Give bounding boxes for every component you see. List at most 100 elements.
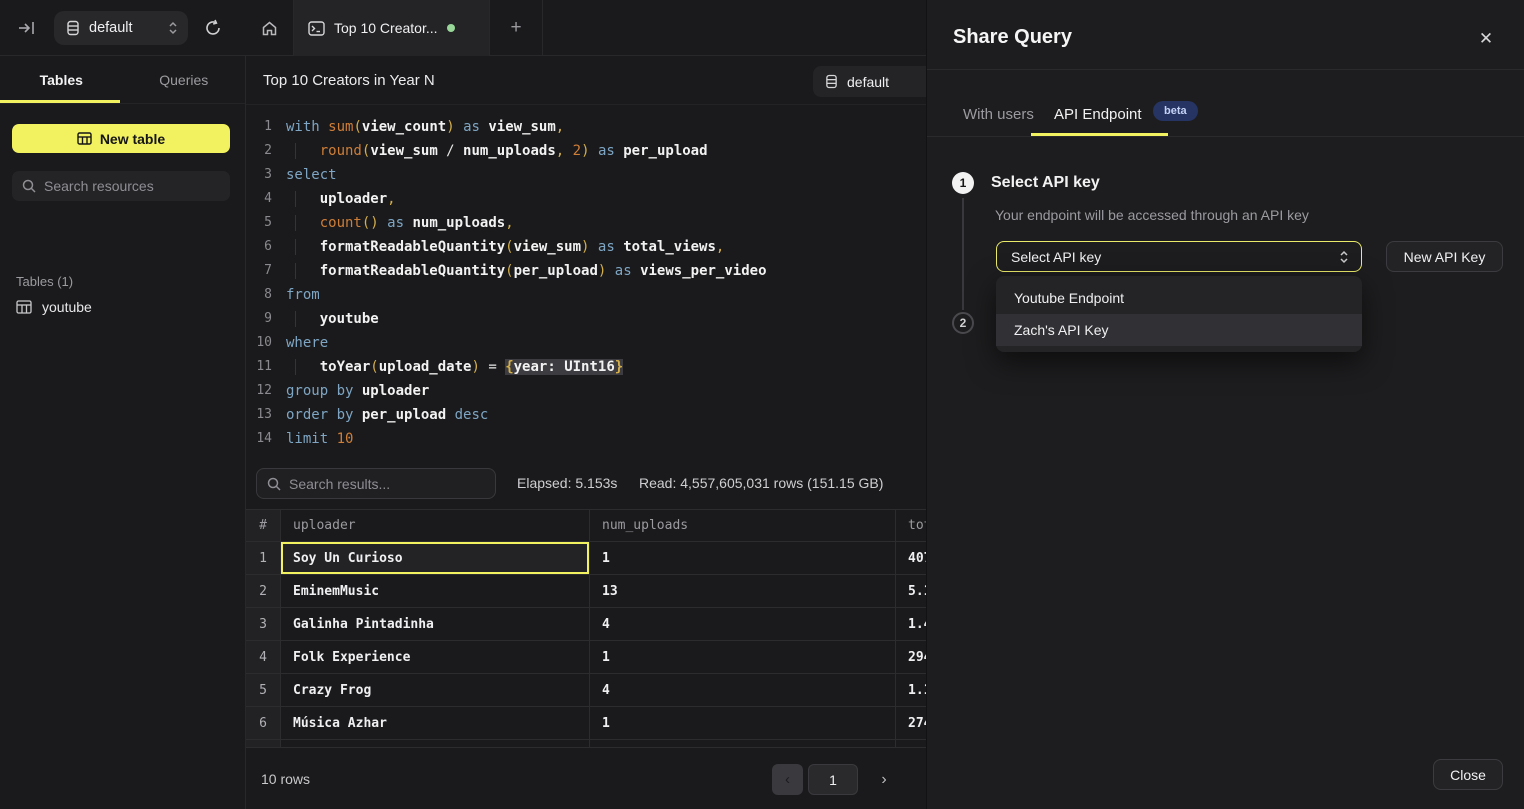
code-line[interactable]: 4 uploader, (246, 187, 926, 211)
new-tab-button[interactable]: + (490, 0, 543, 56)
close-panel-button[interactable]: ✕ (1475, 28, 1497, 50)
code-line[interactable]: 14limit 10 (246, 427, 926, 451)
beta-badge: beta (1153, 101, 1198, 121)
pagination-next-button[interactable]: › (870, 764, 898, 795)
plus-icon: + (510, 17, 521, 39)
code-line[interactable]: 7 formatReadableQuantity(per_upload) as … (246, 259, 926, 283)
num-uploads-cell[interactable]: 1 (590, 641, 896, 673)
database-icon (66, 20, 80, 36)
api-key-select[interactable]: Select API key (996, 241, 1362, 272)
sidebar-tabs: Tables Queries (0, 56, 245, 104)
select-api-key-description: Your endpoint will be accessed through a… (995, 207, 1309, 223)
line-number: 1 (246, 115, 272, 139)
close-icon: ✕ (1479, 29, 1493, 48)
pagination-prev-button[interactable]: ‹ (772, 764, 803, 795)
unsaved-changes-dot (447, 24, 455, 32)
line-number: 5 (246, 211, 272, 235)
code-text: formatReadableQuantity(per_upload) as vi… (286, 259, 767, 283)
table-icon (16, 300, 32, 314)
collapse-sidebar-button[interactable] (16, 19, 38, 37)
line-number: 13 (246, 403, 272, 427)
chevron-updown-icon (168, 21, 178, 35)
num-uploads-cell[interactable]: 1 (590, 542, 896, 574)
line-number: 12 (246, 379, 272, 403)
api-key-menu-item[interactable]: Youtube Endpoint (996, 282, 1362, 314)
tab-tables[interactable]: Tables (0, 56, 123, 103)
code-line[interactable]: 12group by uploader (246, 379, 926, 403)
line-number: 4 (246, 187, 272, 211)
sql-editor[interactable]: 1 with sum(view_count) as view_sum,2 roun… (246, 115, 926, 451)
share-query-panel: Share Query ✕ With users API Endpoint be… (926, 0, 1524, 809)
num-uploads-cell[interactable] (590, 740, 896, 747)
uploader-cell[interactable]: Folk Experience (281, 641, 590, 673)
sidebar-item-youtube[interactable]: youtube (16, 299, 92, 315)
sidebar-search-input[interactable] (44, 178, 220, 194)
code-text: with sum(view_count) as view_sum, (286, 115, 564, 139)
line-number: 3 (246, 163, 272, 187)
line-number: 14 (246, 427, 272, 451)
uploader-cell[interactable]: EminemMusic (281, 575, 590, 607)
line-number: 11 (246, 355, 272, 379)
sidebar: Tables Queries New table Tables (1) (0, 56, 246, 809)
code-text: from (286, 283, 320, 307)
query-tab[interactable]: Top 10 Creator... (294, 0, 490, 56)
tab-with-users[interactable]: With users (963, 106, 1034, 123)
new-table-button[interactable]: New table (12, 124, 230, 153)
collapse-sidebar-icon (18, 20, 36, 36)
code-text: count() as num_uploads, (286, 211, 514, 235)
database-selector-label: default (89, 20, 159, 36)
uploader-cell[interactable]: Soy Un Curioso (281, 542, 590, 574)
home-button[interactable] (246, 0, 294, 56)
code-line[interactable]: 5 count() as num_uploads, (246, 211, 926, 235)
api-key-dropdown-menu: Youtube EndpointZach's API Key (996, 276, 1362, 352)
new-table-label: New table (100, 131, 165, 147)
tab-api-endpoint[interactable]: API Endpoint (1054, 106, 1142, 123)
row-count-label: 10 rows (261, 771, 310, 787)
api-key-select-value: Select API key (1011, 249, 1339, 265)
close-button[interactable]: Close (1433, 759, 1503, 790)
code-line[interactable]: 3 select (246, 163, 926, 187)
num-uploads-cell[interactable]: 4 (590, 674, 896, 706)
results-toolbar: Elapsed: 5.153s Read: 4,557,605,031 rows… (246, 468, 926, 499)
read-stat: Read: 4,557,605,031 rows (151.15 GB) (639, 475, 883, 491)
refresh-button[interactable] (202, 17, 224, 39)
home-icon (261, 20, 278, 37)
num-uploads-cell[interactable]: 4 (590, 608, 896, 640)
api-key-menu-item[interactable]: Zach's API Key (996, 314, 1362, 346)
code-line[interactable]: 8from (246, 283, 926, 307)
uploader-cell[interactable]: Galinha Pintadinha (281, 608, 590, 640)
uploader-cell[interactable] (281, 740, 590, 747)
code-line[interactable]: 10where (246, 331, 926, 355)
code-text: where (286, 331, 328, 355)
code-text: select (286, 163, 337, 187)
database-selector[interactable]: default (54, 11, 188, 45)
uploader-cell[interactable]: Crazy Frog (281, 674, 590, 706)
step-connector-line (962, 198, 964, 310)
share-panel-title: Share Query (953, 26, 1072, 49)
code-text: round(view_sum / num_uploads, 2) as per_… (286, 139, 708, 163)
new-api-key-button[interactable]: New API Key (1386, 241, 1503, 272)
row-index-cell (246, 740, 281, 747)
code-line[interactable]: 6 formatReadableQuantity(view_sum) as to… (246, 235, 926, 259)
row-index-cell: 3 (246, 608, 281, 640)
row-index-cell: 1 (246, 542, 281, 574)
tables-section-label: Tables (1) (16, 274, 73, 289)
code-line[interactable]: 9 youtube (246, 307, 926, 331)
column-header-index: # (246, 510, 281, 541)
uploader-cell[interactable]: Música Azhar (281, 707, 590, 739)
pagination-page-button[interactable]: 1 (808, 764, 858, 795)
row-index-cell: 6 (246, 707, 281, 739)
num-uploads-cell[interactable]: 13 (590, 575, 896, 607)
column-header-uploader[interactable]: uploader (281, 510, 590, 541)
query-title: Top 10 Creators in Year N (263, 72, 435, 89)
chevron-updown-icon (1339, 250, 1349, 264)
code-line[interactable]: 2 round(view_sum / num_uploads, 2) as pe… (246, 139, 926, 163)
tab-queries[interactable]: Queries (123, 56, 246, 103)
column-header-num-uploads[interactable]: num_uploads (590, 510, 896, 541)
query-database-label: default (847, 74, 889, 90)
code-line[interactable]: 11 toYear(upload_date) = {year: UInt16} (246, 355, 926, 379)
code-line[interactable]: 13order by per_upload desc (246, 403, 926, 427)
code-line[interactable]: 1 with sum(view_count) as view_sum, (246, 115, 926, 139)
num-uploads-cell[interactable]: 1 (590, 707, 896, 739)
results-search-input[interactable] (289, 476, 485, 492)
